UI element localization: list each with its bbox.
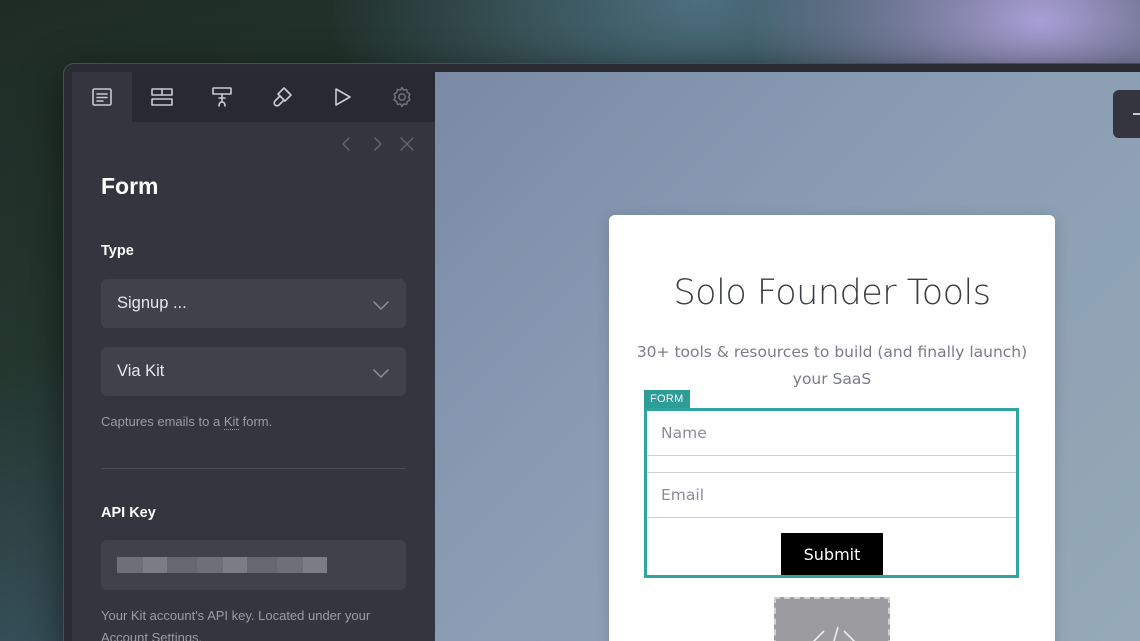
api-key-input[interactable] bbox=[101, 540, 406, 590]
page-card: Solo Founder Tools 30+ tools & resources… bbox=[609, 215, 1055, 641]
signup-form[interactable]: Name Email Submit bbox=[644, 408, 1019, 578]
provider-select-value: Via Kit bbox=[117, 362, 165, 380]
api-key-help-text: Your Kit account's API key. Located unde… bbox=[101, 608, 371, 641]
card-title: Solo Founder Tools bbox=[673, 273, 991, 313]
type-select[interactable]: Signup ... bbox=[101, 279, 406, 328]
close-panel-button[interactable] bbox=[399, 136, 415, 157]
kit-link[interactable]: Kit bbox=[223, 414, 240, 430]
code-embed-icon bbox=[812, 626, 856, 641]
settings-sidebar: Form Type Signup ... Via Kit Captures em… bbox=[72, 72, 435, 641]
document-lines-icon bbox=[92, 88, 112, 106]
nav-next-button[interactable] bbox=[369, 136, 385, 157]
section-divider bbox=[101, 468, 406, 469]
card-subtitle: 30+ tools & resources to build (and fina… bbox=[636, 343, 1028, 388]
chevron-down-icon bbox=[373, 297, 389, 316]
chevron-down-icon bbox=[373, 365, 389, 384]
code-embed-block[interactable] bbox=[774, 597, 890, 641]
close-icon bbox=[400, 137, 414, 151]
tool-text[interactable] bbox=[192, 72, 252, 122]
chevron-left-icon bbox=[342, 137, 350, 151]
form-block-tag[interactable]: FORM bbox=[644, 390, 690, 408]
name-field[interactable]: Name bbox=[647, 411, 1016, 456]
field-spacer bbox=[647, 456, 1016, 473]
play-icon bbox=[335, 88, 351, 106]
tool-content[interactable] bbox=[72, 72, 132, 122]
type-select-value: Signup ... bbox=[117, 294, 187, 312]
panel-nav bbox=[339, 136, 415, 157]
nav-prev-button[interactable] bbox=[339, 136, 355, 157]
text-hand-icon bbox=[212, 87, 232, 107]
provider-select[interactable]: Via Kit bbox=[101, 347, 406, 396]
canvas-edge-button[interactable] bbox=[1113, 90, 1140, 138]
chevron-right-icon bbox=[374, 137, 382, 151]
tool-settings[interactable] bbox=[372, 72, 432, 122]
sidebar-toolbar bbox=[72, 72, 435, 122]
panel-title: Form bbox=[101, 173, 159, 199]
gear-icon bbox=[393, 86, 411, 108]
layout-blocks-icon bbox=[151, 88, 173, 106]
submit-button[interactable]: Submit bbox=[781, 533, 883, 575]
tool-style[interactable] bbox=[252, 72, 312, 122]
paint-brush-icon bbox=[273, 87, 292, 107]
type-label: Type bbox=[101, 243, 134, 259]
provider-help-text: Captures emails to a Kit form. bbox=[101, 414, 273, 430]
email-field[interactable]: Email bbox=[647, 473, 1016, 518]
api-key-label: API Key bbox=[101, 505, 156, 521]
tool-layout[interactable] bbox=[132, 72, 192, 122]
api-key-masked-value bbox=[117, 557, 327, 573]
tool-preview[interactable] bbox=[312, 72, 372, 122]
